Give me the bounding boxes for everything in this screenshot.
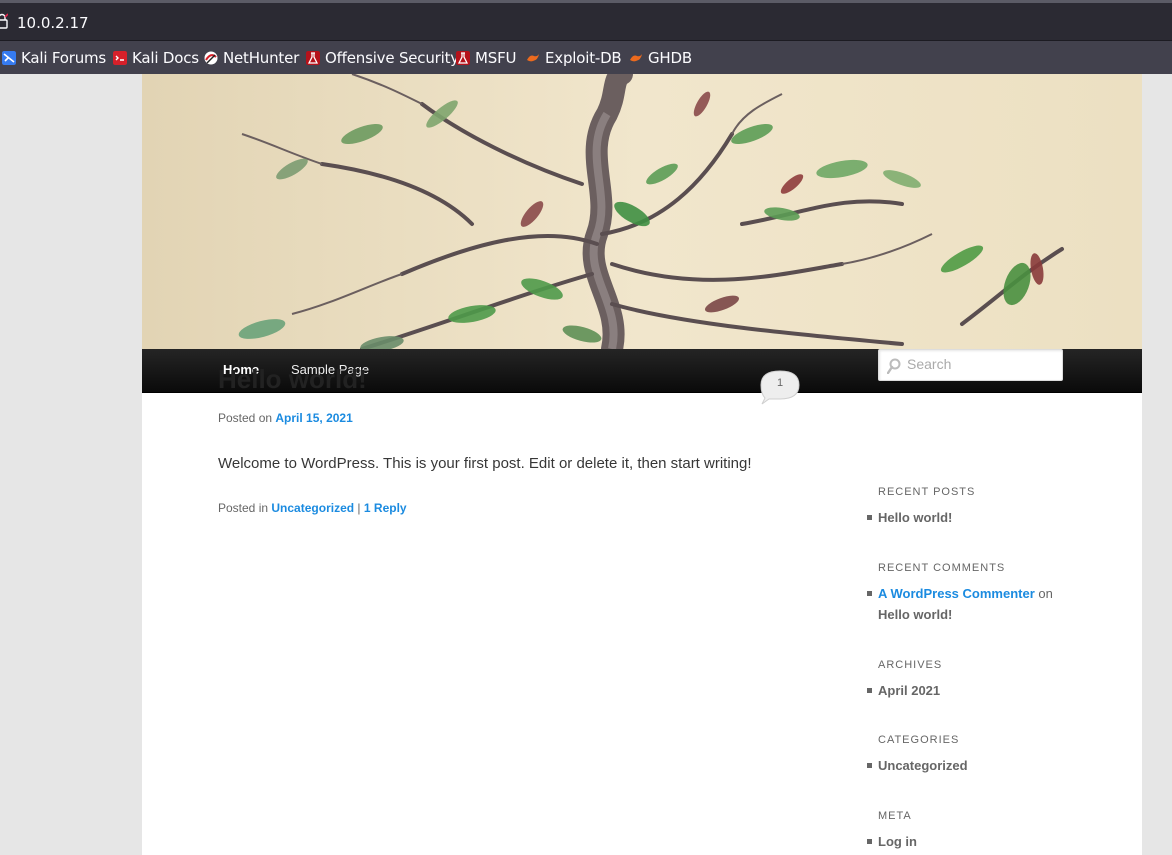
comment-author-link[interactable]: A WordPress Commenter: [878, 586, 1035, 601]
recent-comment-text: A WordPress Commenter on: [878, 583, 1053, 604]
post-meta: Posted on April 15, 2021: [218, 411, 353, 425]
footer-separator: |: [357, 501, 361, 515]
bullet-icon: [867, 763, 872, 768]
recent-posts-title: RECENT POSTS: [878, 486, 976, 498]
url-text[interactable]: 10.0.2.17: [17, 14, 89, 32]
post-title[interactable]: Hello world!: [218, 364, 367, 395]
archive-link[interactable]: April 2021: [878, 680, 940, 701]
post-footer: Posted in Uncategorized | 1 Reply: [218, 501, 407, 515]
meta-title: META: [878, 810, 912, 822]
kali-forums-icon: [2, 51, 16, 65]
sidebar-category-link[interactable]: Uncategorized: [878, 755, 968, 776]
post-article: Hello world! 1 Posted on April 15, 2021 …: [142, 0, 1142, 855]
archives-title: ARCHIVES: [878, 659, 943, 671]
categories-title: CATEGORIES: [878, 734, 960, 746]
bullet-icon: [867, 839, 872, 844]
reply-link[interactable]: 1 Reply: [364, 501, 407, 515]
bullet-icon: [867, 591, 872, 596]
bookmark-label: Kali Forums: [21, 49, 107, 67]
bullet-icon: [867, 515, 872, 520]
bullet-icon: [867, 688, 872, 693]
post-content: Welcome to WordPress. This is your first…: [218, 455, 752, 472]
login-link[interactable]: Log in: [878, 831, 917, 852]
category-link[interactable]: Uncategorized: [271, 501, 354, 515]
comment-count-bubble[interactable]: 1: [759, 370, 801, 405]
post-date-link[interactable]: April 15, 2021: [275, 411, 352, 425]
comment-count: 1: [776, 377, 784, 389]
posted-in-label: Posted in: [218, 501, 269, 515]
comment-on-label: on: [1038, 586, 1053, 601]
comment-post-link[interactable]: Hello world!: [878, 604, 952, 625]
recent-post-link[interactable]: Hello world!: [878, 507, 952, 528]
search-placeholder: Search: [907, 356, 952, 372]
bookmark-kali-forums[interactable]: Kali Forums: [2, 49, 106, 67]
search-input[interactable]: Search: [878, 349, 1063, 381]
recent-comments-title: RECENT COMMENTS: [878, 562, 1006, 574]
recent-comment-item: A WordPress Commenter on Hello world!: [867, 583, 1067, 627]
kali-docs-icon: [113, 51, 127, 65]
lock-icon: [0, 13, 8, 29]
posted-on-label: Posted on: [218, 411, 273, 425]
search-icon: [887, 358, 901, 374]
